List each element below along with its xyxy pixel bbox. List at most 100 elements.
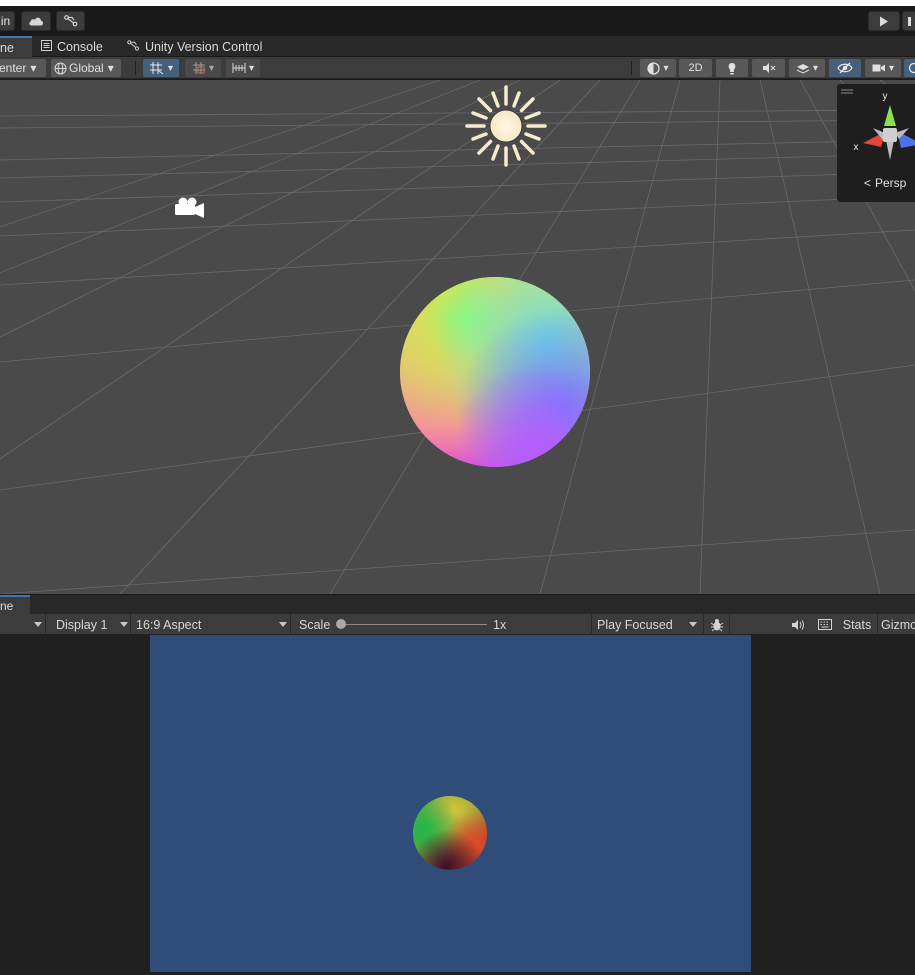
pause-button[interactable] (902, 11, 915, 31)
cloud-button[interactable] (21, 11, 51, 31)
2d-mode-label: 2D (688, 62, 703, 74)
bug-icon (710, 618, 723, 631)
game-sphere (413, 796, 487, 870)
2d-mode-button[interactable]: 2D (679, 59, 712, 77)
lightbulb-icon (728, 62, 736, 74)
aspect-label: 16:9 Aspect (136, 617, 202, 632)
display-dropdown[interactable]: Display 1 (48, 614, 131, 635)
chevron-down-icon (279, 622, 287, 627)
game-view-area (0, 635, 915, 975)
version-control-icon (127, 39, 140, 54)
audio-mute-icon (762, 63, 775, 73)
cloud-icon (29, 17, 44, 26)
pivot-dropdown[interactable]: enter ▾ (0, 59, 46, 77)
ruler-icon (232, 63, 246, 73)
gizmos-label: Gizmo (881, 617, 915, 632)
gizmo-icon (908, 62, 915, 74)
gizmo-x-label: x (854, 142, 859, 153)
scale-label: Scale (299, 617, 331, 632)
chevron-down-icon: ▾ (30, 61, 37, 75)
audio-button[interactable] (752, 59, 785, 77)
window-tabs: ne Console Unity Version Control (0, 36, 915, 57)
gizmos-toggle-button[interactable] (904, 59, 915, 77)
bug-report-button[interactable] (703, 614, 730, 635)
play-mode-label: Play Focused (597, 617, 673, 632)
tab-scene-label: ne (0, 40, 14, 55)
camera-icon (872, 64, 885, 72)
effects-icon (796, 64, 810, 74)
game-render-canvas (413, 796, 487, 870)
chevron-down-icon: ▾ (167, 62, 174, 74)
version-control-button[interactable] (56, 11, 85, 31)
keyboard-icon (818, 619, 832, 630)
toolbar-divider (135, 61, 136, 75)
tab-game[interactable]: ne (0, 595, 30, 615)
projection-label: Persp (875, 176, 907, 190)
account-label: in (0, 14, 11, 28)
scale-control: Scale 1x (293, 614, 589, 635)
speaker-icon (792, 619, 804, 630)
chevron-down-icon: ▾ (663, 62, 669, 74)
chevron-down-icon (34, 622, 42, 627)
chevron-down-icon: ▾ (888, 62, 895, 74)
scene-visibility-button[interactable] (829, 59, 861, 77)
main-toolbar: in (0, 6, 915, 36)
pause-icon (908, 16, 911, 26)
pivot-label: enter (0, 61, 27, 75)
display-label: Display 1 (56, 617, 108, 632)
lighting-button[interactable] (716, 59, 748, 77)
chevron-down-icon (120, 622, 128, 627)
gizmo-y-label: y (883, 91, 888, 102)
mute-audio-button[interactable] (786, 614, 810, 635)
effects-dropdown[interactable]: ▾ (789, 59, 825, 77)
chevron-down-icon: ▾ (812, 62, 819, 74)
game-toolbar: Display 1 16:9 Aspect Scale 1x Play Focu… (0, 614, 915, 635)
account-button[interactable]: in (0, 11, 15, 31)
stats-label: Stats (842, 617, 872, 632)
play-button[interactable] (868, 11, 900, 31)
tab-game-label: ne (0, 599, 14, 613)
scene-viewport[interactable] (0, 80, 915, 594)
globe-icon (54, 62, 67, 74)
increment-snap-icon (192, 62, 205, 74)
sphere-object[interactable] (400, 277, 590, 467)
chevron-left-icon: < (864, 176, 871, 190)
axis-gizmo-graphic: y x Persp < (841, 89, 915, 190)
tab-scene[interactable]: ne (0, 36, 32, 57)
grid-snap-button[interactable]: ▾ (143, 59, 179, 77)
version-control-icon (63, 15, 77, 27)
stats-button[interactable]: Stats (839, 614, 875, 635)
chevron-down-icon: ▾ (248, 62, 255, 74)
orientation-gizmo[interactable]: y x Persp < (837, 84, 915, 202)
grid-snap-icon (149, 62, 164, 75)
scale-value: 1x (493, 617, 507, 632)
tab-console[interactable]: Console (41, 36, 103, 57)
shortcuts-button[interactable] (813, 614, 837, 635)
camera-settings-dropdown[interactable]: ▾ (865, 59, 901, 77)
game-view-type-dropdown[interactable] (0, 614, 46, 635)
toolbar-divider (631, 61, 632, 75)
visibility-icon (837, 62, 853, 74)
tab-console-label: Console (57, 39, 103, 54)
increment-snap-button[interactable]: ▾ (185, 59, 221, 77)
play-mode-dropdown[interactable]: Play Focused (591, 614, 703, 635)
scene-grid-canvas (0, 80, 915, 594)
scale-slider-track[interactable] (341, 624, 487, 625)
tab-version-control-label: Unity Version Control (145, 39, 263, 54)
shading-mode-icon (647, 61, 661, 75)
aspect-dropdown[interactable]: 16:9 Aspect (133, 614, 291, 635)
chevron-down-icon (689, 622, 697, 627)
tab-version-control[interactable]: Unity Version Control (127, 36, 262, 57)
directional-light-icon[interactable] (465, 85, 547, 167)
scene-toolbar: enter ▾ Global ▾ ▾ ▾ ▾ ▾ 2D ▾ ▾ (0, 57, 915, 79)
ruler-button[interactable]: ▾ (226, 59, 260, 77)
console-icon (41, 39, 52, 54)
chevron-down-icon: ▾ (208, 62, 215, 74)
game-render[interactable] (150, 635, 751, 972)
game-tab-bar: ne (0, 594, 915, 615)
draw-mode-dropdown[interactable]: ▾ (640, 59, 676, 77)
scale-slider-handle[interactable] (336, 619, 346, 629)
space-dropdown[interactable]: Global ▾ (51, 59, 121, 77)
gizmos-button[interactable]: Gizmo (877, 614, 915, 635)
play-icon (880, 16, 888, 26)
